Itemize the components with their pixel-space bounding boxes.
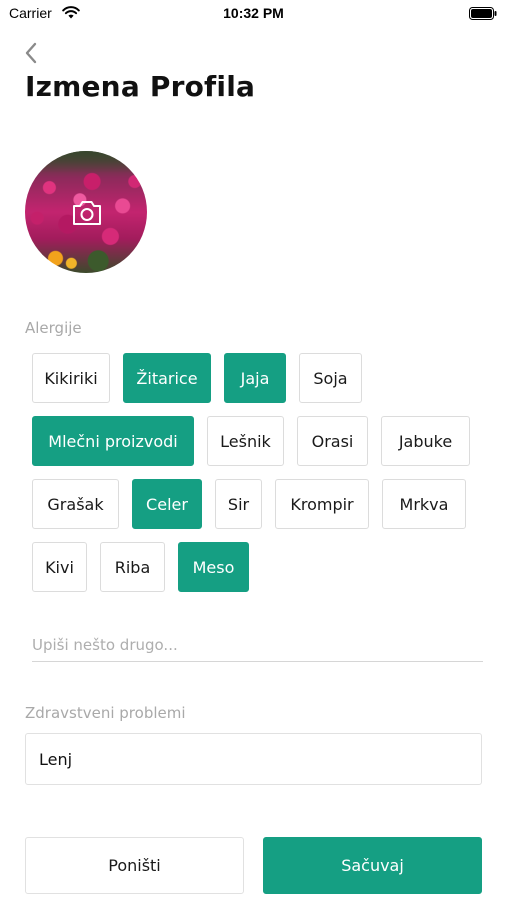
edit-profile-screen: Carrier 10:32 PM Izmena Profila Alergije… (0, 0, 507, 900)
avatar-photo-picker[interactable] (25, 151, 147, 273)
clock: 10:32 PM (223, 5, 284, 21)
allergy-chip-row: Kikiriki Žitarice Jaja Soja (32, 353, 362, 403)
chip-celer[interactable]: Celer (132, 479, 202, 529)
chip-mlecni-proizvodi[interactable]: Mlečni proizvodi (32, 416, 194, 466)
chip-lesnik[interactable]: Lešnik (207, 416, 284, 466)
other-allergy-input[interactable] (32, 628, 483, 662)
battery-icon (469, 7, 497, 25)
status-bar: Carrier 10:32 PM (0, 0, 507, 30)
back-button[interactable] (20, 38, 44, 68)
camera-icon (71, 199, 103, 227)
chip-sir[interactable]: Sir (215, 479, 262, 529)
chip-jabuke[interactable]: Jabuke (381, 416, 470, 466)
allergy-chip-row: Grašak Celer Sir Krompir Mrkva (32, 479, 466, 529)
cancel-button[interactable]: Poništi (25, 837, 244, 894)
allergy-chip-row: Kivi Riba Meso (32, 542, 249, 592)
chip-kivi[interactable]: Kivi (32, 542, 87, 592)
page-title: Izmena Profila (25, 70, 256, 103)
avatar-photo (25, 151, 147, 173)
health-problems-label: Zdravstveni problemi (25, 704, 186, 722)
chip-mrkva[interactable]: Mrkva (382, 479, 466, 529)
allergy-chip-row: Mlečni proizvodi Lešnik Orasi Jabuke (32, 416, 470, 466)
health-problems-input[interactable] (25, 733, 482, 785)
chip-riba[interactable]: Riba (100, 542, 165, 592)
chip-krompir[interactable]: Krompir (275, 479, 369, 529)
chip-jaja[interactable]: Jaja (224, 353, 286, 403)
chip-soja[interactable]: Soja (299, 353, 362, 403)
save-button[interactable]: Sačuvaj (263, 837, 482, 894)
chip-zitarice[interactable]: Žitarice (123, 353, 211, 403)
chip-grasak[interactable]: Grašak (32, 479, 119, 529)
chip-meso[interactable]: Meso (178, 542, 249, 592)
chip-orasi[interactable]: Orasi (297, 416, 368, 466)
allergies-label: Alergije (25, 319, 82, 337)
chip-kikiriki[interactable]: Kikiriki (32, 353, 110, 403)
